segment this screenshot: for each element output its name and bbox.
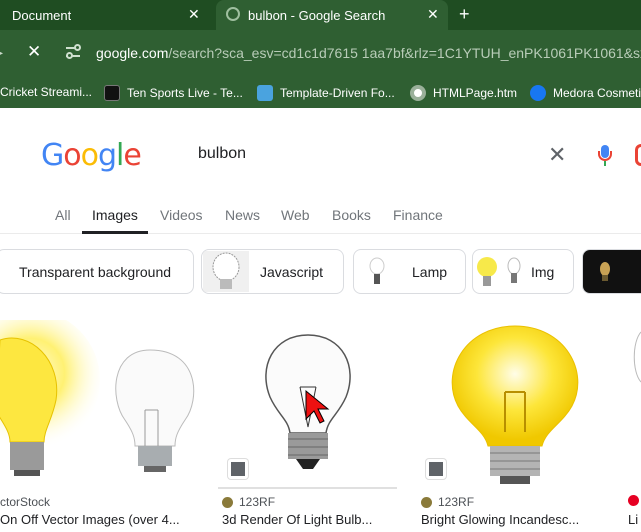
search-tabs: All Images Videos News Web Books Finance — [0, 200, 641, 234]
google-logo[interactable]: Google — [41, 138, 142, 173]
source-name: 123RF — [438, 495, 475, 509]
chip-label: Transparent background — [19, 264, 172, 280]
facebook-icon — [530, 85, 546, 101]
browser-toolbar: ▸ ✕ google.com/search?sca_esv=cd1c1d7615… — [0, 30, 641, 78]
bookmark-label: Cricket Streami... — [0, 85, 93, 99]
result-source[interactable] — [628, 495, 641, 506]
source-name: ctorStock — [0, 495, 51, 509]
bookmarks-bar: Cricket Streami... Ten Sports Live - Te.… — [0, 78, 641, 108]
bookmark-item[interactable]: Ten Sports Live - Te... — [104, 85, 243, 101]
browser-tab-strip: Document ✕ bulbon - Google Search ✕ + — [0, 0, 641, 30]
chip-label: Lamp — [412, 264, 448, 280]
tab-title: Document — [12, 7, 72, 23]
close-tab-icon[interactable]: ✕ — [427, 6, 439, 23]
light-bulb-image — [0, 320, 195, 476]
tab-news[interactable]: News — [225, 207, 260, 223]
result-source[interactable]: 123RF — [421, 495, 474, 509]
bookmark-item[interactable]: Cricket Streami... — [0, 85, 92, 99]
result-title[interactable]: On Off Vector Images (over 4... — [0, 512, 200, 527]
tab-all[interactable]: All — [55, 207, 71, 223]
chip-transparent-background[interactable]: Transparent background — [0, 249, 194, 294]
tab-images[interactable]: Images — [92, 207, 138, 223]
bulb-thumbnail — [600, 262, 610, 281]
url-path: /search?sca_esv=cd1c1d7615 1aa7bf&rlz=1C… — [168, 45, 641, 61]
stop-loading-button[interactable]: ✕ — [27, 42, 41, 62]
result-image[interactable] — [0, 320, 205, 485]
search-input[interactable]: bulbon — [198, 145, 246, 163]
source-favicon — [222, 496, 233, 508]
chip-lamp[interactable]: Lamp — [353, 249, 466, 294]
clear-search-icon[interactable]: ✕ — [548, 142, 566, 168]
bookmark-label: Ten Sports Live - Te... — [127, 86, 243, 100]
microphone-icon[interactable] — [598, 145, 614, 167]
site-settings-icon[interactable] — [66, 44, 84, 62]
forward-arrow-icon[interactable]: ▸ — [0, 44, 3, 61]
image-badge-icon — [426, 459, 446, 479]
tab-title: bulbon - Google Search — [248, 7, 386, 23]
url-host: google.com — [96, 45, 169, 61]
chip-dark[interactable] — [582, 249, 641, 294]
bulb-thumbnail — [203, 251, 249, 292]
tab-books[interactable]: Books — [332, 207, 371, 223]
active-tab-indicator — [82, 231, 148, 234]
result-title[interactable]: 3d Render Of Light Bulb... — [222, 512, 398, 527]
tab-finance[interactable]: Finance — [393, 207, 443, 223]
result-image[interactable] — [420, 322, 609, 487]
globe-icon — [410, 85, 426, 101]
pinterest-icon — [628, 495, 639, 506]
template-icon — [257, 85, 273, 101]
ten-sports-icon — [104, 85, 120, 101]
light-bulb-image — [633, 331, 641, 383]
result-title[interactable]: Li — [628, 512, 641, 527]
bookmark-label: Medora Cosmeti — [553, 86, 641, 100]
google-lens-icon[interactable] — [635, 144, 641, 166]
bookmark-item[interactable]: Medora Cosmeti — [530, 85, 641, 101]
result-image[interactable] — [218, 327, 397, 489]
browser-tab-search[interactable]: bulbon - Google Search ✕ — [216, 0, 448, 30]
bookmark-label: Template-Driven Fo... — [280, 86, 395, 100]
tab-web[interactable]: Web — [281, 207, 310, 223]
browser-tab-document[interactable]: Document ✕ — [0, 0, 215, 30]
tab-videos[interactable]: Videos — [160, 207, 203, 223]
result-image[interactable] — [628, 322, 641, 487]
new-tab-button[interactable]: + — [459, 4, 470, 25]
bookmark-label: HTMLPage.htm — [433, 86, 518, 100]
result-source[interactable]: ctorStock — [0, 495, 50, 509]
source-favicon — [421, 496, 432, 508]
bookmark-item[interactable]: HTMLPage.htm — [410, 85, 517, 101]
address-bar[interactable]: google.com/search?sca_esv=cd1c1d7615 1aa… — [96, 45, 641, 61]
result-title[interactable]: Bright Glowing Incandesc... — [421, 512, 609, 527]
chip-label: Img — [531, 264, 555, 280]
bookmark-item[interactable]: Template-Driven Fo... — [257, 85, 395, 101]
loading-icon — [226, 7, 240, 21]
bulb-thumbnail — [369, 257, 385, 284]
light-bulb-image — [451, 325, 579, 484]
chip-label: Javascript — [260, 264, 324, 280]
image-badge-icon — [228, 459, 248, 479]
chip-img[interactable]: Img — [472, 249, 574, 294]
chip-javascript[interactable]: Javascript — [201, 249, 344, 294]
source-name: 123RF — [239, 495, 276, 509]
close-tab-icon[interactable]: ✕ — [188, 6, 200, 23]
result-source[interactable]: 123RF — [222, 495, 275, 509]
bulb-thumbnail — [477, 257, 521, 286]
